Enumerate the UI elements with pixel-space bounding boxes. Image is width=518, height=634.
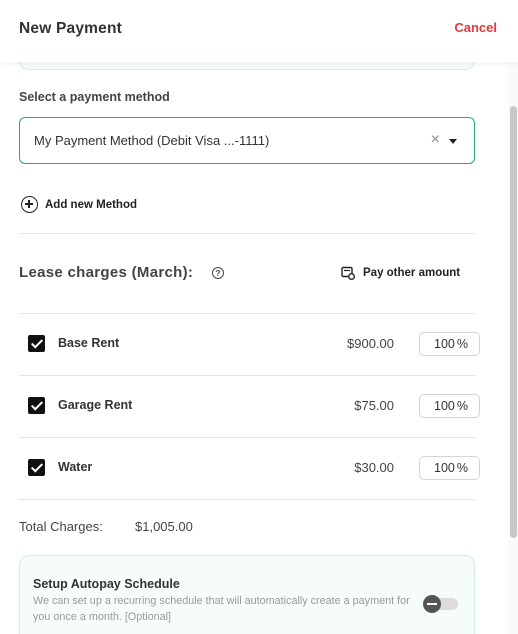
water-percent-input[interactable]: 100% <box>419 456 480 480</box>
selected-payment-method: My Payment Method (Debit Visa ...-1111) <box>34 133 270 148</box>
charge-row-water: Water $30.00 100% <box>19 437 480 499</box>
add-method-label: Add new Method <box>45 198 137 211</box>
percent-sign: % <box>456 337 468 351</box>
add-method-button[interactable]: Add new Method <box>21 196 137 213</box>
page-title: New Payment <box>19 20 122 37</box>
charge-amount: $900.00 <box>347 336 394 351</box>
chevron-down-icon[interactable] <box>449 139 457 144</box>
percent-sign: % <box>456 461 468 475</box>
pay-other-amount-label: Pay other amount <box>363 267 461 279</box>
divider <box>19 499 475 500</box>
charge-row-garage-rent: Garage Rent $75.00 100% <box>19 375 480 437</box>
pay-other-amount-button[interactable]: Pay other amount <box>341 266 460 280</box>
toggle-knob <box>423 595 441 613</box>
total-charges-label: Total Charges: <box>19 519 103 534</box>
garage-rent-percent-input[interactable]: 100% <box>419 394 480 418</box>
base-rent-checkbox[interactable] <box>28 335 45 352</box>
autopay-card: Setup Autopay Schedule We can set up a r… <box>19 555 475 634</box>
divider <box>19 233 475 234</box>
autopay-toggle[interactable] <box>423 595 458 613</box>
modal-header: New Payment Cancel <box>0 0 518 62</box>
charge-amount: $75.00 <box>354 398 394 413</box>
invoice-icon <box>341 266 355 280</box>
base-rent-percent-input[interactable]: 100% <box>419 332 480 356</box>
charge-name: Garage Rent <box>58 398 133 412</box>
payment-method-label: Select a payment method <box>19 90 170 104</box>
cancel-button[interactable]: Cancel <box>454 20 497 35</box>
total-charges: Total Charges: $1,005.00 <box>19 519 193 534</box>
plus-circle-icon <box>21 196 38 213</box>
total-charges-value: $1,005.00 <box>135 519 193 534</box>
percent-sign: % <box>456 399 468 413</box>
payment-method-select[interactable]: My Payment Method (Debit Visa ...-1111) … <box>19 117 475 164</box>
charge-amount: $30.00 <box>354 460 394 475</box>
lease-charges-title: Lease charges (March): <box>19 264 194 281</box>
percent-value: 100 <box>434 337 455 351</box>
water-checkbox[interactable] <box>28 459 45 476</box>
close-icon[interactable]: × <box>431 131 440 149</box>
autopay-description: We can set up a recurring schedule that … <box>33 595 410 623</box>
autopay-title: Setup Autopay Schedule <box>33 577 180 591</box>
charge-row-base-rent: Base Rent $900.00 100% <box>19 313 480 375</box>
scrollbar-thumb[interactable] <box>510 106 517 538</box>
charge-name: Water <box>58 460 93 474</box>
percent-value: 100 <box>434 399 455 413</box>
percent-value: 100 <box>434 461 455 475</box>
charge-name: Base Rent <box>58 336 120 350</box>
garage-rent-checkbox[interactable] <box>28 397 45 414</box>
help-icon[interactable]: ? <box>212 267 224 279</box>
